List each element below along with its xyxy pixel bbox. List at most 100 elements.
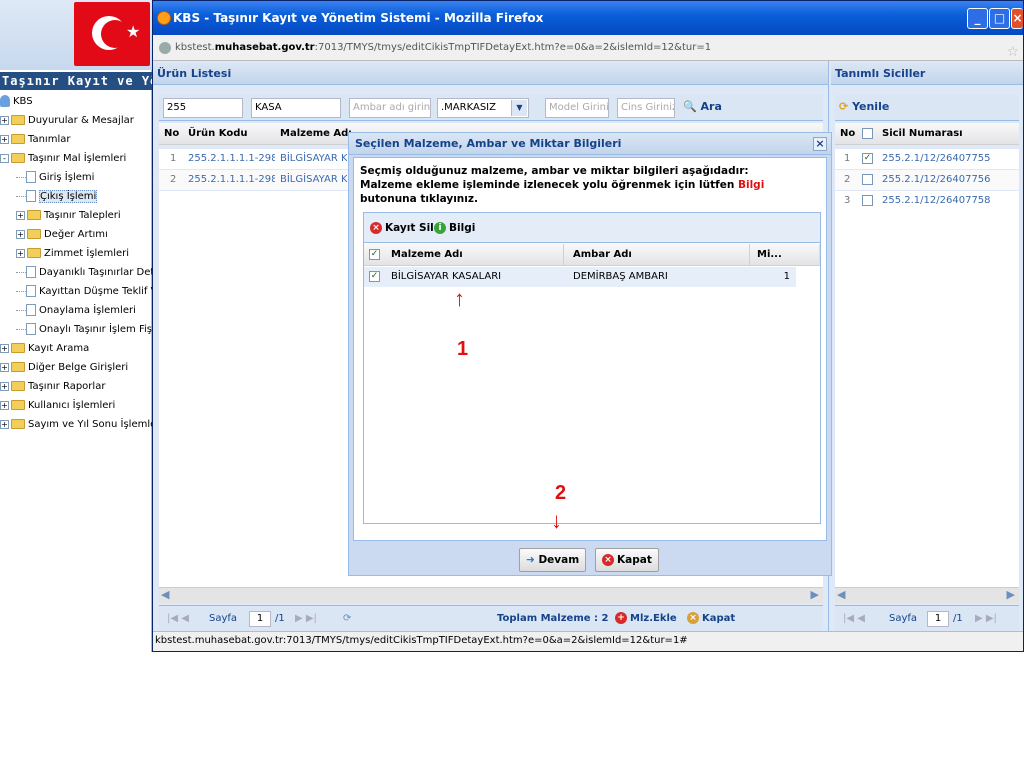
tree-item[interactable]: - Taşınır Mal İşlemleri — [0, 149, 152, 168]
scroll-right-icon[interactable]: ▶ — [811, 588, 819, 601]
annotation-arrow-down: ↓ — [551, 508, 562, 533]
close-icon: × — [687, 612, 699, 624]
kapat-button[interactable]: × Kapat — [595, 548, 659, 572]
next-page-icon[interactable]: ▶ ▶| — [295, 606, 317, 632]
row-checkbox[interactable] — [859, 191, 875, 211]
row-sicil: 255.2.1/12/26407755 — [882, 153, 991, 164]
siciller-grid-header: No Sicil Numarası — [835, 123, 1019, 145]
table-row[interactable]: 1 ✓ 255.2.1/12/26407755 — [835, 149, 1019, 169]
first-page-icon[interactable]: |◀ ◀ — [167, 606, 189, 632]
next-page-icon[interactable]: ▶ ▶| — [975, 606, 997, 632]
tree-item-label: Kayıt Arama — [28, 343, 90, 354]
siciller-toolbar: ⟳ Yenile — [835, 95, 1019, 121]
select-all-checkbox[interactable]: ✓ — [366, 244, 384, 266]
tree-item[interactable]: + Diğer Belge Girişleri — [0, 358, 152, 377]
tree-item[interactable]: Onaylama İşlemleri — [0, 301, 152, 320]
col-no: No — [840, 128, 856, 139]
yenile-button[interactable]: ⟳ Yenile — [839, 100, 889, 113]
row-malzeme: BİLGİSAYAR KASALARI — [391, 271, 502, 282]
tree-item[interactable]: + Zimmet İşlemleri — [0, 244, 152, 263]
model-input[interactable]: Model Giriniz — [545, 98, 609, 118]
expand-toggle-icon[interactable]: - — [0, 153, 9, 163]
tree-item[interactable]: Dayanıklı Taşınırlar Deta — [0, 263, 152, 282]
urun-listesi-title: Ürün Listesi — [153, 63, 828, 85]
turkish-flag-logo: ★ — [74, 2, 150, 66]
maximize-button[interactable]: □ — [989, 8, 1010, 29]
horizontal-scrollbar[interactable]: ◀ ▶ — [159, 587, 823, 603]
close-button[interactable]: × — [1011, 8, 1023, 29]
selected-materials-grid: × Kayıt Sil i Bilgi ✓ Malzeme Adı Ambar Ad… — [363, 212, 821, 524]
tree-item[interactable]: + Değer Artımı — [0, 225, 152, 244]
mlz-ekle-button[interactable]: + Mlz.Ekle — [615, 606, 677, 632]
expand-toggle-icon[interactable]: + — [16, 248, 25, 258]
col-ambar-adi: Ambar Adı — [570, 244, 750, 266]
expand-toggle-icon[interactable]: + — [16, 229, 25, 239]
expand-toggle-icon[interactable]: + — [0, 400, 9, 410]
row-kod: 255.2.1.1.1.1-298 — [188, 174, 275, 185]
scroll-left-icon[interactable]: ◀ — [837, 588, 845, 601]
tree-item[interactable]: + Kullanıcı İşlemleri — [0, 396, 152, 415]
tree-item-label: Taşınır Mal İşlemleri — [28, 153, 127, 164]
tree-item[interactable]: Giriş İşlemi — [0, 168, 152, 187]
ad-input[interactable]: KASA — [251, 98, 341, 118]
document-icon — [26, 266, 36, 278]
tree-item[interactable]: + Kayıt Arama — [0, 339, 152, 358]
app-sidebar: ★ Taşınır Kayıt ve Yönetim KBS + Duyurular… — [0, 0, 152, 652]
kod-input[interactable]: 255 — [163, 98, 243, 118]
kapat-button[interactable]: × Kapat — [687, 606, 735, 632]
table-row[interactable]: ✓ BİLGİSAYAR KASALARI DEMİRBAŞ AMBARI 1 — [364, 267, 796, 287]
siciller-grid-body — [835, 211, 1019, 587]
tree-item[interactable]: KBS — [0, 92, 152, 111]
tree-item[interactable]: Kayıttan Düşme Teklif V — [0, 282, 152, 301]
expand-toggle-icon[interactable]: + — [0, 362, 9, 372]
document-icon — [26, 285, 36, 297]
marka-value: .MARKASIZ — [441, 102, 496, 113]
bilgi-link[interactable]: Bilgi — [738, 179, 764, 191]
tree-item[interactable]: + Taşınır Raporlar — [0, 377, 152, 396]
refresh-icon[interactable]: ⟳ — [343, 606, 351, 632]
expand-toggle-icon[interactable]: + — [16, 210, 25, 220]
cins-input[interactable]: Cins Giriniz — [617, 98, 675, 118]
first-page-icon[interactable]: |◀ ◀ — [843, 606, 865, 632]
page-input[interactable]: 1 — [927, 611, 949, 627]
expand-toggle-icon[interactable]: + — [0, 381, 9, 391]
tree-item[interactable]: + Tanımlar — [0, 130, 152, 149]
document-icon — [26, 171, 36, 183]
app-title: Taşınır Kayıt ve Yönetim — [0, 72, 152, 90]
row-checkbox[interactable]: ✓ — [859, 149, 875, 169]
scroll-right-icon[interactable]: ▶ — [1007, 588, 1015, 601]
tree-item[interactable]: Onaylı Taşınır İşlem Fişle — [0, 320, 152, 339]
marka-select[interactable]: .MARKASIZ ▼ — [437, 98, 529, 118]
expand-toggle-icon[interactable]: + — [0, 343, 9, 353]
dialog-close-button[interactable]: × — [813, 137, 827, 151]
table-row[interactable]: 2 255.2.1/12/26407756 — [835, 170, 1019, 190]
ambar-input[interactable]: Ambar adı giriniz — [349, 98, 431, 118]
search-button[interactable]: 🔍 Ara — [683, 100, 722, 113]
document-icon — [26, 323, 36, 335]
horizontal-scrollbar[interactable]: ◀ ▶ — [835, 587, 1019, 603]
tree-item[interactable]: Çıkış İşlemi — [0, 187, 152, 206]
page-input[interactable]: 1 — [249, 611, 271, 627]
minimize-button[interactable]: _ — [967, 8, 988, 29]
tree-item[interactable]: + Sayım ve Yıl Sonu İşlemleri — [0, 415, 152, 434]
scroll-left-icon[interactable]: ◀ — [161, 588, 169, 601]
delete-icon: × — [370, 222, 382, 234]
expand-toggle-icon[interactable]: + — [0, 115, 9, 125]
expand-toggle-icon[interactable]: + — [0, 419, 9, 429]
row-checkbox[interactable] — [859, 170, 875, 190]
row-no: 2 — [170, 174, 177, 185]
expand-toggle-icon[interactable]: + — [0, 134, 9, 144]
row-checkbox[interactable]: ✓ — [366, 267, 384, 287]
bilgi-button[interactable]: i Bilgi — [434, 220, 475, 236]
select-all-checkbox[interactable] — [859, 123, 875, 145]
table-row[interactable]: 3 255.2.1/12/26407758 — [835, 191, 1019, 211]
message-line-1: Seçmiş olduğunuz malzeme, ambar ve mikta… — [360, 165, 749, 177]
col-malzeme-adi: Malzeme Adı — [388, 244, 564, 266]
tree-item-label: Diğer Belge Girişleri — [28, 362, 129, 373]
devam-button[interactable]: ➜ Devam — [519, 548, 587, 572]
tree-item[interactable]: + Duyurular & Mesajlar — [0, 111, 152, 130]
kayit-sil-button[interactable]: × Kayıt Sil — [370, 220, 434, 236]
tree-item[interactable]: + Taşınır Talepleri — [0, 206, 152, 225]
address-bar[interactable]: kbstest.muhasebat.gov.tr:7013/TMYS/tmys/… — [153, 35, 1023, 61]
status-bar: kbstest.muhasebat.gov.tr:7013/TMYS/tmys/… — [153, 631, 1023, 651]
